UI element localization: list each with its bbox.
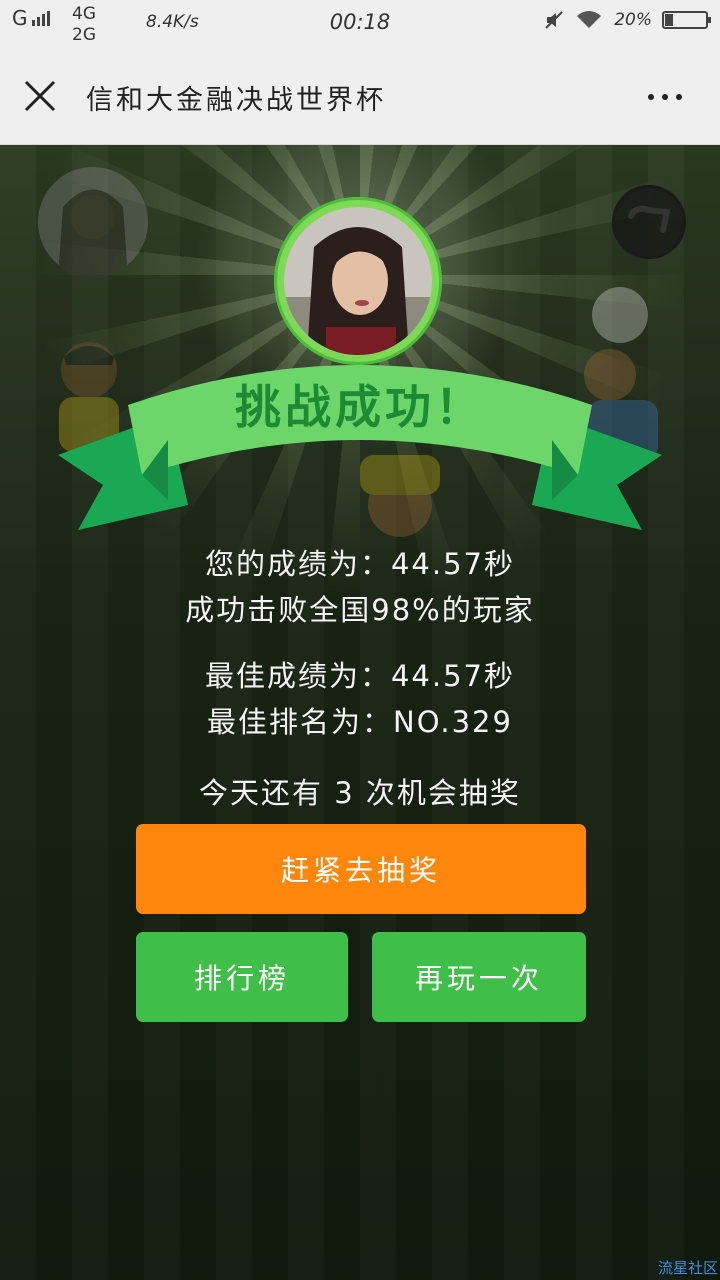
more-icon[interactable]: [648, 94, 682, 100]
mute-icon: [545, 11, 563, 29]
status-bar: G 4G 2G 8.4K/s 00:18 20%: [0, 0, 720, 50]
leaderboard-button[interactable]: 排行榜: [136, 932, 348, 1022]
go-lottery-button[interactable]: 赶紧去抽奖: [136, 824, 586, 914]
title-bar: 信和大金融决战世界杯: [0, 50, 720, 145]
music-note-icon: [628, 205, 671, 233]
sound-toggle-button[interactable]: [612, 185, 686, 259]
page-title: 信和大金融决战世界杯: [86, 85, 386, 116]
battery-icon: [662, 11, 711, 29]
challenge-success-heading: 挑战成功！: [235, 380, 485, 434]
background-avatar: [38, 167, 148, 277]
wifi-icon: [577, 11, 602, 28]
battery-level: [665, 14, 673, 26]
user-avatar: [284, 207, 432, 355]
status-right: 20%: [544, 10, 711, 30]
play-again-button[interactable]: 再玩一次: [372, 932, 586, 1022]
beat-percent-text: 成功击败全国98%的玩家: [185, 593, 535, 627]
remaining-chances-text: 今天还有 3 次机会抽奖: [199, 776, 521, 810]
battery-percent: 20%: [614, 10, 652, 30]
score-text: 您的成绩为：44.57秒: [204, 547, 516, 581]
game-result-screen: 挑战成功！ 您的成绩为：44.57秒 成功击败全国98%的玩家 最佳成绩为：44…: [0, 145, 720, 1280]
best-score-text: 最佳成绩为：44.57秒: [204, 659, 516, 693]
close-icon[interactable]: [22, 78, 58, 114]
best-rank-text: 最佳排名为：NO.329: [207, 705, 513, 739]
watermark: 流星社区: [657, 1259, 718, 1277]
